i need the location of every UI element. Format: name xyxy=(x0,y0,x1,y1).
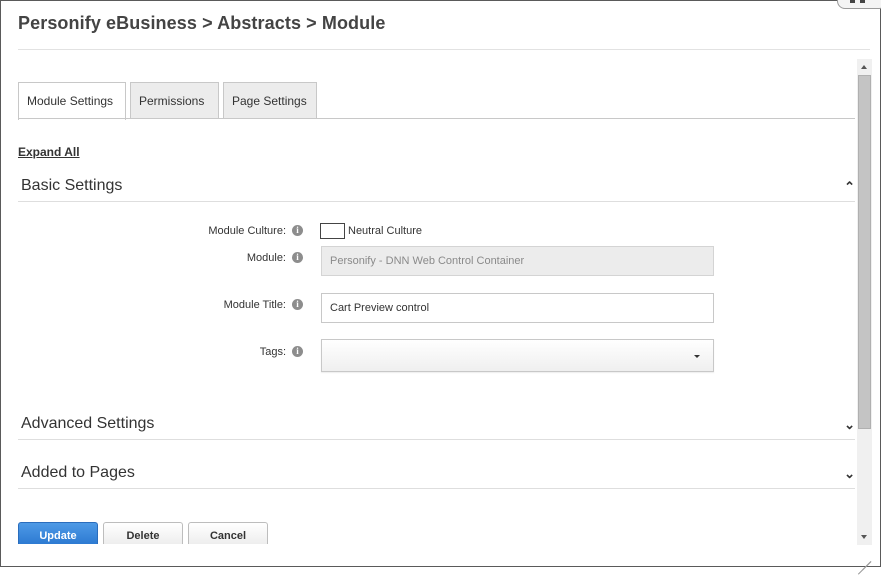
window-control-dot xyxy=(860,0,865,3)
chevron-down-icon: ⌄ xyxy=(844,417,855,432)
module-title-label: Module Title: xyxy=(223,299,286,311)
update-button[interactable]: Update xyxy=(18,522,98,546)
vertical-scrollbar[interactable] xyxy=(857,59,872,545)
scroll-up-arrow-icon[interactable] xyxy=(857,59,872,75)
section-divider xyxy=(18,488,855,489)
module-label: Module: xyxy=(246,252,286,264)
info-icon[interactable]: i xyxy=(292,346,303,357)
tab-permissions[interactable]: Permissions xyxy=(130,82,219,119)
dialog-title: Personify eBusiness > Abstracts > Module xyxy=(18,13,386,33)
section-title: Advanced Settings xyxy=(21,415,155,432)
title-divider xyxy=(18,49,870,50)
resize-grip-icon[interactable] xyxy=(853,547,872,575)
dialog-window: Personify eBusiness > Abstracts > Module… xyxy=(0,0,881,575)
section-divider xyxy=(18,201,855,202)
cancel-button[interactable]: Cancel xyxy=(188,522,268,546)
scroll-down-arrow-icon[interactable] xyxy=(857,529,872,545)
chevron-up-icon: ⌃ xyxy=(844,179,855,194)
module-field: Personify - DNN Web Control Container xyxy=(321,246,714,276)
expand-all-link[interactable]: Expand All xyxy=(18,145,80,159)
dropdown-arrow-icon xyxy=(694,355,700,358)
window-control-dot xyxy=(850,0,855,3)
section-divider xyxy=(18,439,855,440)
section-advanced-settings[interactable]: Advanced Settings ⌄ xyxy=(18,415,855,439)
section-title: Added to Pages xyxy=(21,464,135,481)
info-icon[interactable]: i xyxy=(292,299,303,310)
culture-flag-icon xyxy=(320,223,345,239)
module-culture-value: Neutral Culture xyxy=(348,225,422,237)
tags-label: Tags: xyxy=(259,346,286,358)
tab-page-settings[interactable]: Page Settings xyxy=(223,82,317,119)
info-icon[interactable]: i xyxy=(292,252,303,263)
scrollbar-thumb[interactable] xyxy=(858,75,871,429)
section-added-to-pages[interactable]: Added to Pages ⌄ xyxy=(18,464,855,488)
delete-button[interactable]: Delete xyxy=(103,522,183,546)
section-title: Basic Settings xyxy=(21,177,123,194)
window-control[interactable] xyxy=(837,0,881,9)
module-culture-label: Module Culture: xyxy=(208,225,286,237)
chevron-down-icon: ⌄ xyxy=(844,466,855,481)
tab-module-settings[interactable]: Module Settings xyxy=(18,82,126,120)
content-clip xyxy=(2,544,857,566)
module-title-input[interactable]: Cart Preview control xyxy=(321,293,714,323)
tags-select[interactable] xyxy=(321,339,714,372)
tabs-divider xyxy=(18,118,855,119)
info-icon[interactable]: i xyxy=(292,225,303,236)
section-basic-settings[interactable]: Basic Settings ⌃ xyxy=(18,177,855,201)
